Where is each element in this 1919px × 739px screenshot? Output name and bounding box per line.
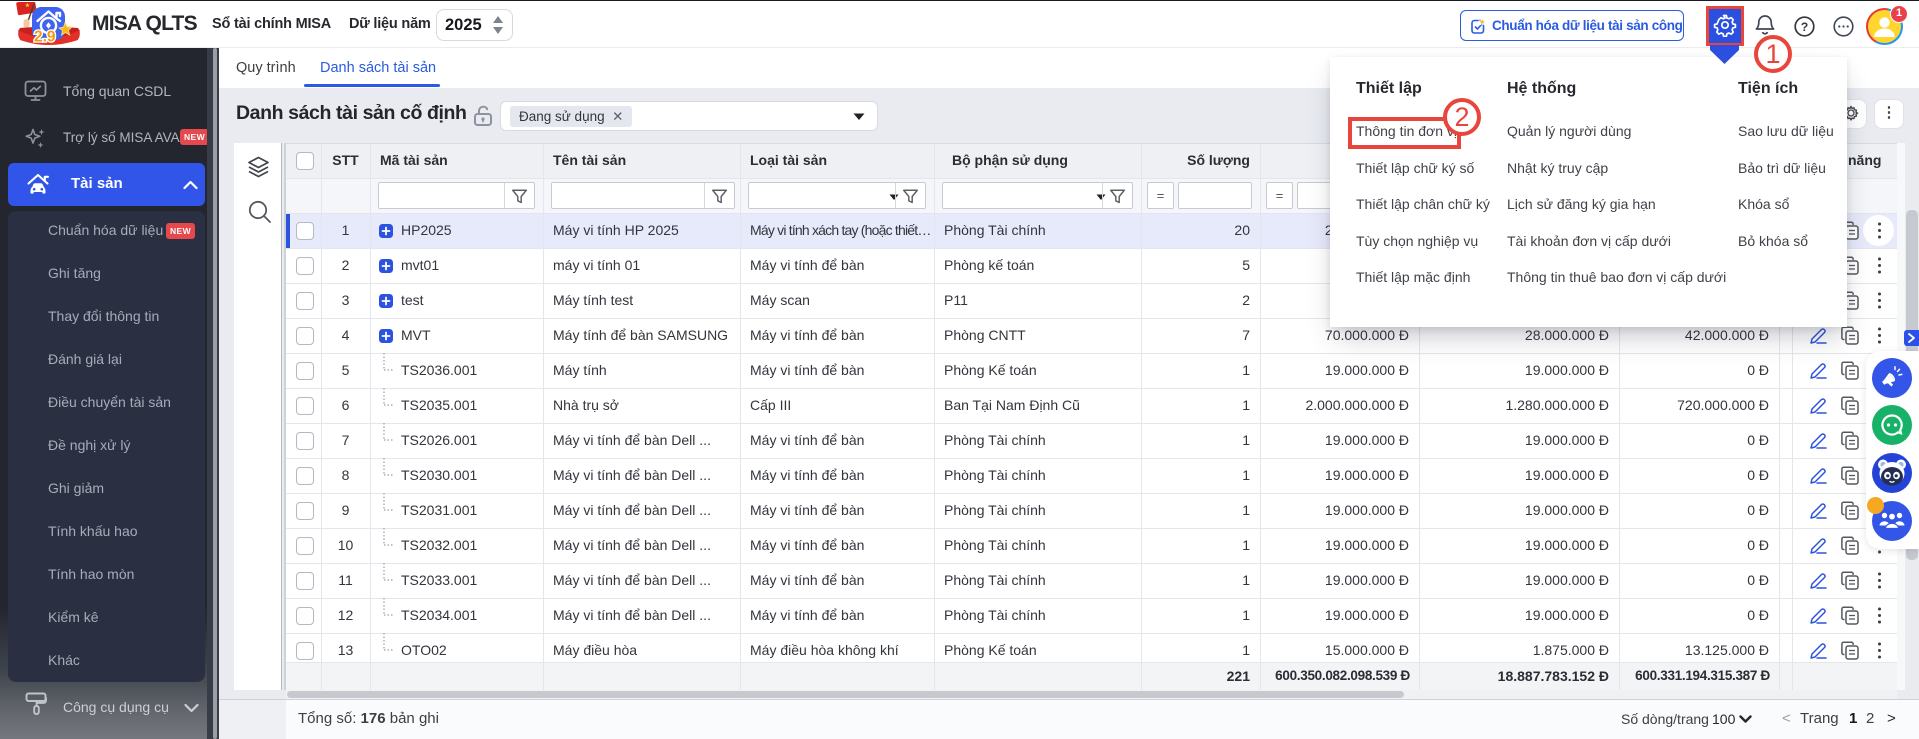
svg-text:?: ? — [1801, 20, 1808, 34]
svg-text:2.9: 2.9 — [34, 29, 56, 46]
